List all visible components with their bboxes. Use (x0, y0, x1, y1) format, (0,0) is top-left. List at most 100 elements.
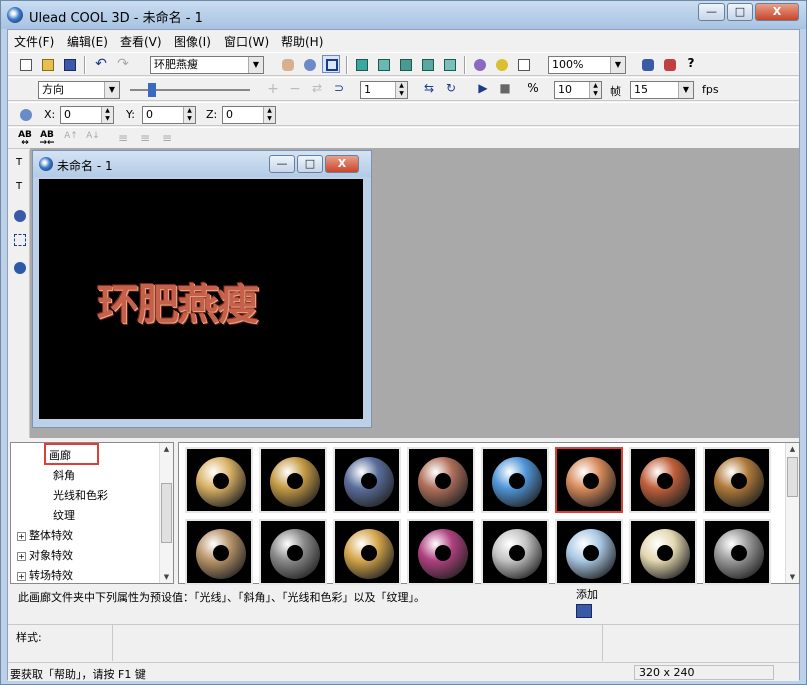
tree-item-light-color[interactable]: 光线和色彩 (53, 487, 108, 503)
text-condense-icon[interactable]: AB →← (38, 130, 56, 148)
checkbox-icon[interactable] (514, 55, 532, 73)
gallery-scroll-thumb[interactable] (787, 457, 798, 497)
object-3d-icon[interactable] (10, 258, 28, 276)
undo-icon[interactable]: ↶ (92, 55, 110, 73)
timeline-slider-thumb[interactable] (148, 83, 156, 97)
z-input[interactable]: 0 ▲ ▼ (222, 106, 276, 124)
gallery-glass-ring[interactable] (555, 519, 623, 585)
percent-icon[interactable]: % (524, 80, 542, 98)
tree-item-transition-effects[interactable]: + 转场特效 (17, 567, 73, 583)
tree-item-global-effects[interactable]: + 整体特效 (17, 527, 73, 543)
object-select[interactable]: 环肥燕瘦 ▼ (150, 56, 264, 74)
top-view-icon[interactable] (418, 55, 436, 73)
help-pointer-icon[interactable]: ? (682, 55, 700, 73)
wizard-icon[interactable] (638, 55, 656, 73)
align-left-icon[interactable]: ≡ (114, 130, 132, 148)
x-input[interactable]: 0 ▲ ▼ (60, 106, 114, 124)
scroll-down-icon[interactable]: ▼ (160, 571, 173, 583)
tree-item-bevel[interactable]: 斜角 (53, 467, 75, 483)
play-icon[interactable]: ▶ (474, 80, 492, 98)
frame-position-input[interactable]: 1 ▲ ▼ (360, 81, 408, 99)
document-title-bar[interactable]: 未命名 - 1 — □ X (33, 151, 371, 177)
light-icon[interactable] (470, 55, 488, 73)
tree-scroll-thumb[interactable] (161, 483, 172, 543)
doc-maximize-button[interactable]: □ (297, 155, 323, 173)
gallery-gold-ring[interactable] (185, 447, 253, 513)
gallery-metal-bolt-ring[interactable] (703, 519, 771, 585)
expand-icon[interactable]: + (17, 571, 26, 581)
menu-view[interactable]: 查看(V) (120, 33, 162, 50)
line-spacing-up-icon[interactable]: A↑ (62, 130, 80, 148)
line-spacing-down-icon[interactable]: A↓ (84, 130, 102, 148)
insert-text-icon[interactable]: T (10, 156, 28, 174)
direction-select[interactable]: 方向 ▼ (38, 81, 120, 99)
text-spacing-icon[interactable]: AB ↔ (16, 130, 34, 148)
position-tool-icon[interactable] (16, 105, 34, 123)
tree-scrollbar[interactable]: ▲ ▼ (159, 443, 173, 583)
gallery-scrollbar[interactable]: ▲ ▼ (785, 443, 799, 583)
gallery-white-gold-ring[interactable] (629, 519, 697, 585)
scroll-down-icon[interactable]: ▼ (786, 571, 799, 583)
align-right-icon[interactable]: ≡ (158, 130, 176, 148)
scroll-up-icon[interactable]: ▲ (786, 443, 799, 455)
edit-text-icon[interactable]: T (10, 180, 28, 198)
menu-image[interactable]: 图像(I) (174, 33, 211, 50)
globe-icon[interactable] (492, 55, 510, 73)
add-button[interactable]: 添加 (576, 586, 606, 622)
gallery-copper-ring[interactable] (407, 447, 475, 513)
gallery-icon[interactable] (660, 55, 678, 73)
gallery-dotted-ring[interactable] (333, 519, 401, 585)
gallery-bronze-ring[interactable] (703, 447, 771, 513)
repeat-icon[interactable]: ↻ (442, 80, 460, 98)
stop-icon[interactable]: ■ (496, 80, 514, 98)
close-button[interactable]: X (755, 3, 799, 21)
hand-move-icon[interactable] (278, 55, 296, 73)
gallery-orange-selected-ring[interactable] (555, 447, 623, 513)
save-disk-icon[interactable] (60, 55, 78, 73)
insert-shape-icon[interactable] (10, 206, 28, 224)
gallery-stained-glass-ring[interactable] (407, 519, 475, 585)
gallery-blue-steel-ring[interactable] (333, 447, 401, 513)
align-center-icon[interactable]: ≡ (136, 130, 154, 148)
side-view-icon[interactable] (396, 55, 414, 73)
pingpong-icon[interactable]: ⇆ (420, 80, 438, 98)
gallery-brick-ring[interactable] (629, 447, 697, 513)
title-bar[interactable]: Ulead COOL 3D - 未命名 - 1 — □ X (1, 1, 806, 29)
rotate-icon[interactable] (300, 55, 318, 73)
expand-icon[interactable]: + (17, 551, 26, 561)
menu-help[interactable]: 帮助(H) (281, 33, 323, 50)
minimize-button[interactable]: — (698, 3, 725, 21)
gallery-blue-ice-ring[interactable] (481, 447, 549, 513)
doc-minimize-button[interactable]: — (269, 155, 295, 173)
remove-keyframe-icon[interactable]: − (286, 80, 304, 98)
gallery-gold-chrome-ring[interactable] (259, 447, 327, 513)
maximize-button[interactable]: □ (727, 3, 753, 21)
reverse-keyframe-icon[interactable]: ⇄ (308, 80, 326, 98)
gallery-silver-ring[interactable] (481, 519, 549, 585)
tree-item-texture[interactable]: 纹理 (53, 507, 75, 523)
preview-canvas[interactable]: 环肥燕瘦 (39, 179, 363, 419)
menu-window[interactable]: 窗口(W) (224, 33, 269, 50)
new-file-icon[interactable] (16, 55, 34, 73)
scroll-up-icon[interactable]: ▲ (160, 443, 173, 455)
3d-text-artwork[interactable]: 环肥燕瘦 (97, 271, 259, 332)
redo-icon[interactable]: ↷ (114, 55, 132, 73)
back-view-icon[interactable] (374, 55, 392, 73)
open-folder-icon[interactable] (38, 55, 56, 73)
gallery-cork-ring[interactable] (185, 519, 253, 585)
loop-icon[interactable]: ⊃ (330, 80, 348, 98)
resize-icon[interactable] (322, 55, 340, 73)
expand-icon[interactable]: + (17, 531, 26, 541)
front-view-icon[interactable] (352, 55, 370, 73)
tree-item-object-effects[interactable]: + 对象特效 (17, 547, 73, 563)
add-keyframe-icon[interactable]: + (264, 80, 282, 98)
frame-count-input[interactable]: 10 ▲ ▼ (554, 81, 602, 99)
zoom-select[interactable]: 100% ▼ (548, 56, 626, 74)
bottom-view-icon[interactable] (440, 55, 458, 73)
doc-close-button[interactable]: X (325, 155, 359, 173)
fps-select[interactable]: 15 ▼ (630, 81, 694, 99)
menu-file[interactable]: 文件(F) (14, 33, 54, 50)
menu-edit[interactable]: 编辑(E) (67, 33, 108, 50)
y-input[interactable]: 0 ▲ ▼ (142, 106, 196, 124)
select-object-icon[interactable] (10, 230, 28, 248)
